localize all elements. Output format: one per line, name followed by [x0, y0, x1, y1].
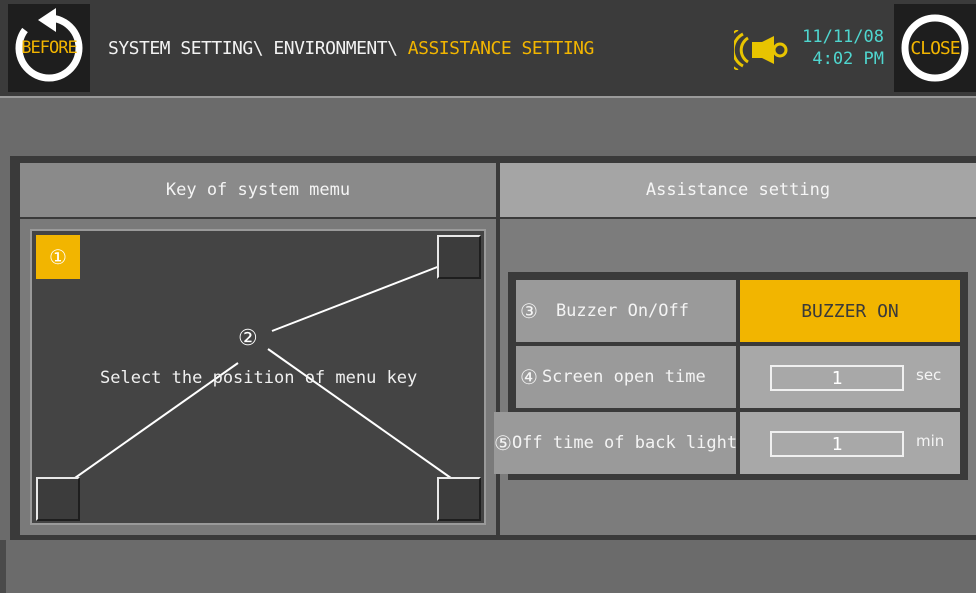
marker-4: ④ [520, 365, 538, 389]
clock: 11/11/08 4:02 PM [800, 26, 884, 70]
menu-key-position-top-right[interactable] [437, 235, 481, 279]
backlight-off-time-input[interactable]: 1 [770, 431, 904, 457]
backlight-unit: min [916, 432, 945, 450]
screen-open-time-input[interactable]: 1 [770, 365, 904, 391]
breadcrumb: SYSTEM SETTING\ ENVIRONMENT\ ASSISTANCE … [108, 38, 594, 59]
close-button[interactable]: CLOSE [894, 4, 976, 92]
breadcrumb-path: SYSTEM SETTING\ ENVIRONMENT\ [108, 38, 408, 59]
date-display: 11/11/08 [802, 27, 884, 47]
sub-bar [0, 98, 976, 154]
screen-open-unit: sec [916, 366, 942, 384]
buzzer-label: Buzzer On/Off [555, 301, 689, 321]
before-button-label: BEFORE [21, 38, 77, 58]
tab-key-of-system-menu[interactable]: Key of system memu [20, 163, 496, 217]
marker-1: ① [49, 245, 67, 269]
screen-open-row-label: ④ Screen open time [516, 346, 736, 408]
tab-assistance-setting[interactable]: Assistance setting [500, 163, 976, 217]
title-bar: BEFORE SYSTEM SETTING\ ENVIRONMENT\ ASSI… [0, 0, 976, 98]
screen-open-value-cell: 1 sec [740, 346, 960, 408]
backlight-value-cell: 1 min [740, 412, 960, 474]
key-instruction: Select the position of menu key [100, 368, 418, 388]
close-button-label: CLOSE [910, 37, 960, 59]
buzzer-icon [734, 30, 788, 70]
marker-3: ③ [520, 299, 538, 323]
screen-open-label: Screen open time [541, 367, 706, 387]
menu-key-position-bottom-right[interactable] [437, 477, 481, 521]
backlight-label: Off time of back light [511, 433, 738, 453]
backlight-row-label: ⑤ Off time of back light [494, 412, 738, 474]
breadcrumb-current: ASSISTANCE SETTING [407, 38, 595, 59]
before-button[interactable]: BEFORE [8, 4, 90, 92]
time-display: 4:02 PM [812, 49, 884, 69]
buzzer-row-label: ③ Buzzer On/Off [516, 280, 736, 342]
marker-5: ⑤ [494, 431, 512, 455]
bottom-bar [0, 540, 976, 593]
buzzer-toggle-button[interactable]: BUZZER ON [740, 280, 960, 342]
menu-key-position-top-left[interactable]: ① [36, 235, 80, 279]
menu-key-position-bottom-left[interactable] [36, 477, 80, 521]
marker-2: ② [238, 326, 258, 351]
